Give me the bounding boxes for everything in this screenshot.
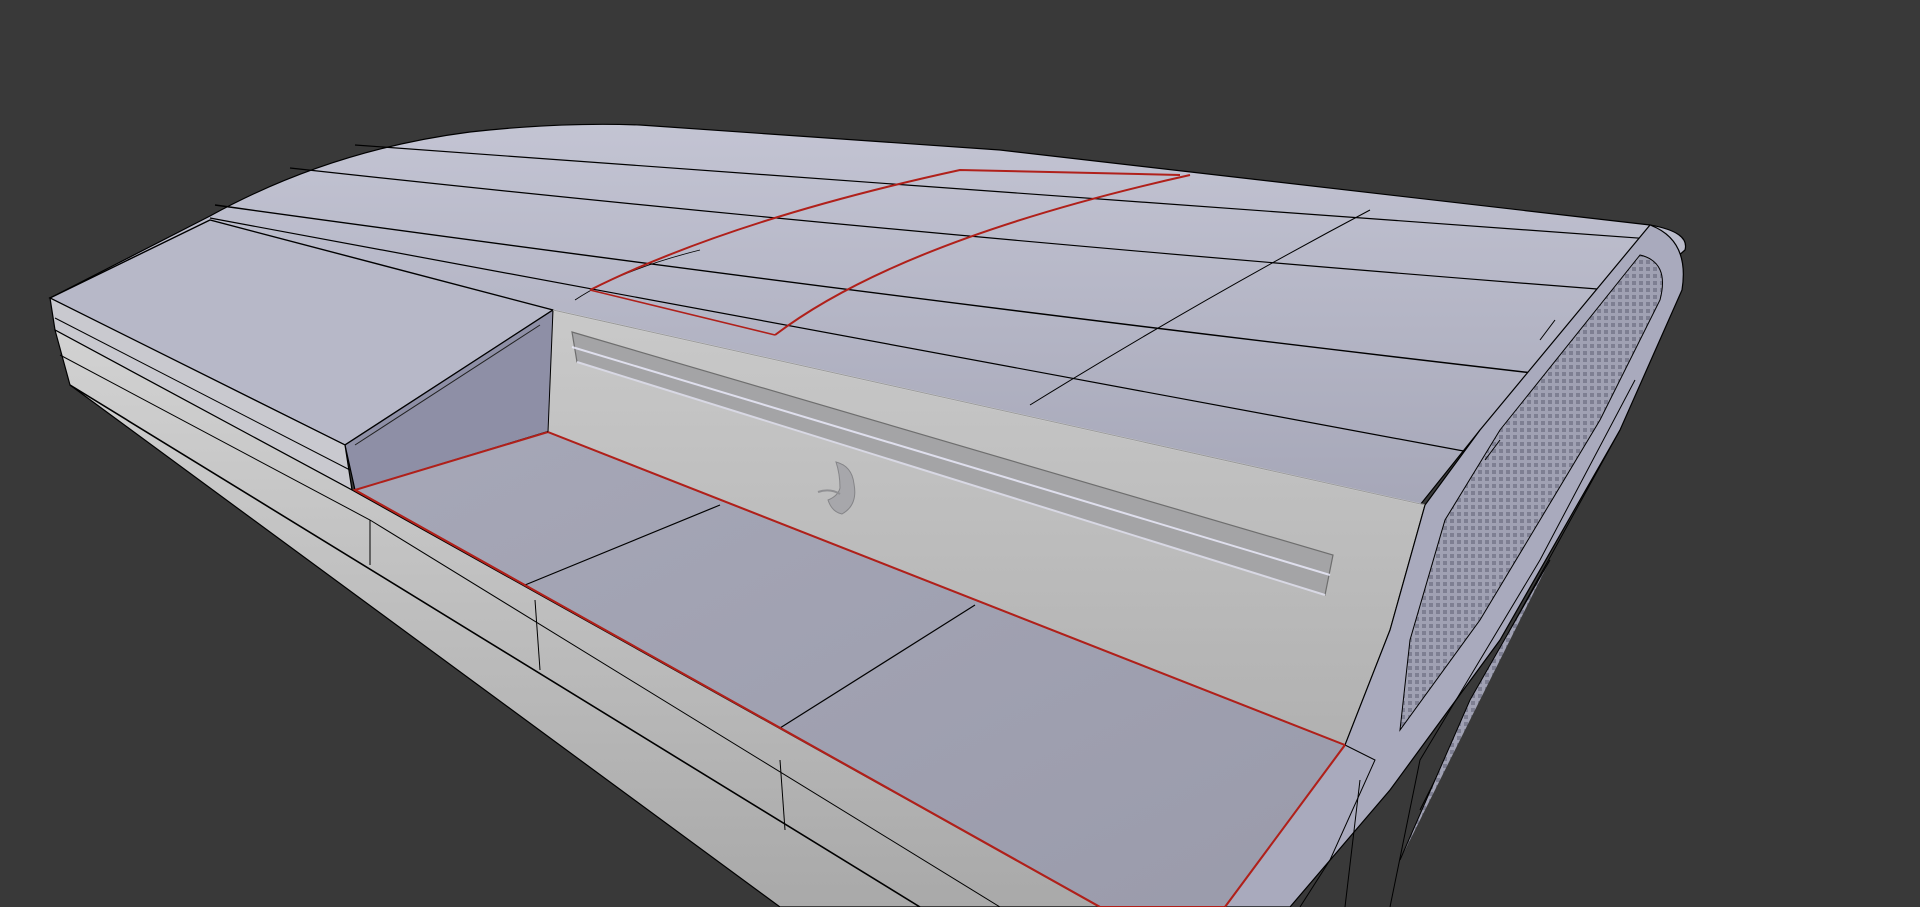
viewport-canvas[interactable] xyxy=(0,0,1920,907)
3d-viewport[interactable] xyxy=(0,0,1920,907)
